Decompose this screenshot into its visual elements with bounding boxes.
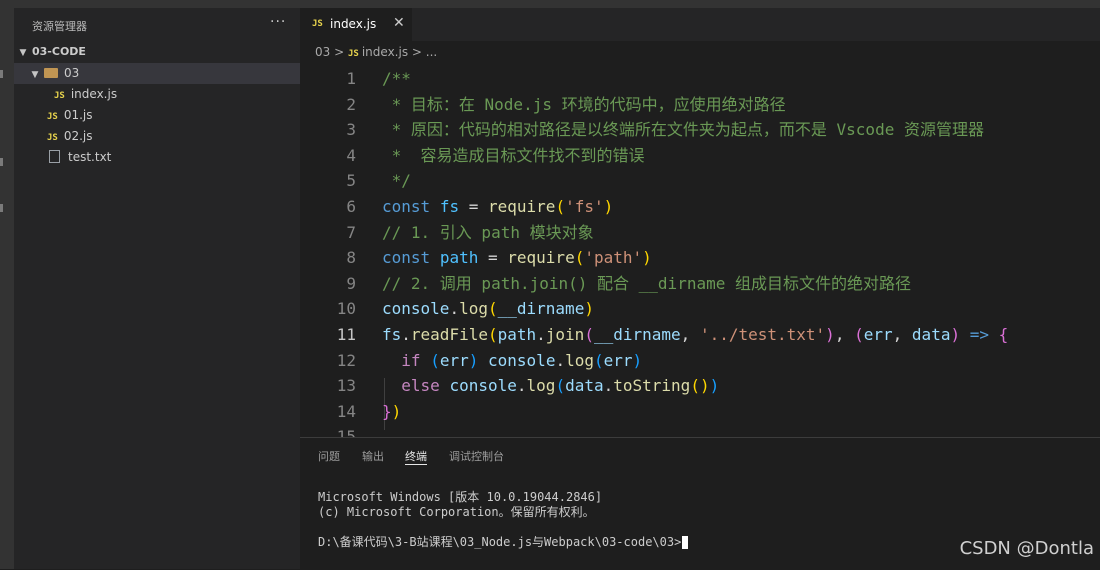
tree-file-02-js[interactable]: JS 02.js [14,126,300,147]
code-line[interactable]: 1 /** [300,66,1100,92]
line-number: 4 [346,145,356,165]
code-text: * 容易造成目标文件找不到的错误 [382,145,645,165]
code-line[interactable]: 2 * 目标：在 Node.js 环境的代码中，应使用绝对路径 [300,92,1100,118]
terminal-prompt[interactable]: D:\备课代码\3-B站课程\03_Node.js与Webpack\03-cod… [318,533,689,550]
root-folder-label: 03-CODE [32,45,86,58]
code-editor[interactable]: 1/** 2 * 目标：在 Node.js 环境的代码中，应使用绝对路径 3 * 原… [300,66,1100,444]
breadcrumb-symbol[interactable]: ... [426,45,437,59]
close-icon[interactable]: ✕ [393,15,405,31]
editor-area: JS index.js ✕ 03 > JS index.js > ... 1/**… [300,8,1100,570]
folder-open-icon [44,67,58,78]
activity-indicator [0,70,3,78]
line-number: 1 [346,69,356,88]
tree-file-test-txt[interactable]: test.txt [14,147,300,168]
terminal-prompt-text: D:\备课代码\3-B站课程\03_Node.js与Webpack\03-cod… [318,535,682,549]
file-label: 02.js [63,129,93,143]
line-number: 6 [346,197,356,216]
tab-problems[interactable]: 问题 [318,448,340,464]
breadcrumb-folder[interactable]: 03 [315,45,330,59]
code-line[interactable]: 5 */ [300,168,1100,194]
code-text: const fs = require('fs') [382,197,614,216]
chevron-down-icon: ▼ [31,70,39,80]
breadcrumb: 03 > JS index.js > ... [315,45,437,59]
line-number: 3 [346,120,356,140]
breadcrumb-separator: > [334,45,345,59]
line-number: 13 [336,376,356,396]
line-number: 7 [346,222,356,242]
chevron-down-icon: ▼ [19,48,27,58]
tree-file-index-js[interactable]: JS index.js [14,84,300,105]
code-line[interactable]: 10 console.log(__dirname) [300,296,1100,322]
file-label: index.js [70,87,118,101]
code-line[interactable]: 3 * 原因：代码的相对路径是以终端所在文件夹为起点，而不是 Vscode 资源… [300,117,1100,143]
tab-label: index.js [330,17,377,31]
watermark: CSDN @Dontla [959,538,1094,559]
tab-debug-console[interactable]: 调试控制台 [449,448,504,464]
code-text: */ [382,171,411,191]
line-number: 2 [346,94,356,114]
code-text: // 1. 引入 path 模块对象 [382,222,594,242]
text-file-icon [49,150,60,163]
code-line[interactable]: 9 // 2. 调用 path.join() 配合 __dirname 组成目标文… [300,271,1100,297]
tree-root-03-code[interactable]: ▼ 03-CODE [14,41,300,62]
code-line[interactable]: 12 if (err) console.log(err) [300,348,1100,374]
line-number: 14 [336,401,356,421]
code-text: if (err) console.log(err) [401,350,643,370]
code-line[interactable]: 13 else console.log(data.toString()) [300,373,1100,399]
explorer-title: 资源管理器 [32,20,87,33]
js-file-icon: JS [47,112,58,122]
activity-indicator [0,158,3,166]
tab-terminal[interactable]: 终端 [405,448,427,464]
code-line[interactable]: 4 * 容易造成目标文件找不到的错误 [300,143,1100,169]
tab-index-js[interactable]: JS index.js ✕ [300,8,412,41]
active-tab-indicator [405,464,427,465]
terminal-cursor [682,536,689,549]
line-number: 11 [336,325,356,344]
file-label: 01.js [63,108,93,122]
breadcrumb-separator: > [411,45,422,59]
line-number: 8 [346,248,356,268]
code-line[interactable]: 7 // 1. 引入 path 模块对象 [300,220,1100,246]
js-file-icon: JS [312,19,323,29]
code-text: /** [382,69,411,88]
code-line[interactable]: 14}) [300,399,1100,425]
folder-label: 03 [64,66,80,80]
code-line[interactable]: 8 const path = require('path') [300,245,1100,271]
code-text: fs.readFile(path.join(__dirname, '../tes… [382,325,1009,344]
file-label: test.txt [68,150,112,164]
breadcrumb-file[interactable]: index.js [362,45,408,59]
line-number: 12 [336,350,356,370]
explorer-sidebar: 资源管理器 ··· ▼ 03-CODE ▼ 03 JS index.js JS 01.j… [14,8,300,569]
tab-output[interactable]: 输出 [362,448,384,464]
line-number: 9 [346,273,356,293]
code-text: const path = require('path') [382,248,652,268]
editor-tab-bar: JS index.js ✕ [300,8,1100,41]
code-text: * 目标：在 Node.js 环境的代码中，应使用绝对路径 [382,94,786,114]
window-top-strip [0,0,1100,8]
js-file-icon: JS [47,133,58,143]
code-text: // 2. 调用 path.join() 配合 __dirname 组成目标文件… [382,273,911,293]
terminal-line: (c) Microsoft Corporation。保留所有权利。 [318,505,595,519]
code-line[interactable]: 11 fs.readFile(path.join(__dirname, '../t… [300,322,1100,348]
activity-bar [0,8,14,569]
activity-indicator [0,204,3,212]
code-text: * 原因：代码的相对路径是以终端所在文件夹为起点，而不是 Vscode 资源管理… [382,120,984,140]
line-number: 5 [346,171,356,191]
js-file-icon: JS [348,49,359,59]
tree-folder-03[interactable]: ▼ 03 [14,63,300,84]
code-text: }) [382,401,402,421]
js-file-icon: JS [54,91,65,101]
line-number: 10 [336,299,356,319]
code-text: else console.log(data.toString()) [401,376,720,396]
tree-file-01-js[interactable]: JS 01.js [14,105,300,126]
code-text: console.log(__dirname) [382,299,594,319]
more-actions-icon[interactable]: ··· [270,14,286,30]
code-line[interactable]: 6 const fs = require('fs') [300,194,1100,220]
